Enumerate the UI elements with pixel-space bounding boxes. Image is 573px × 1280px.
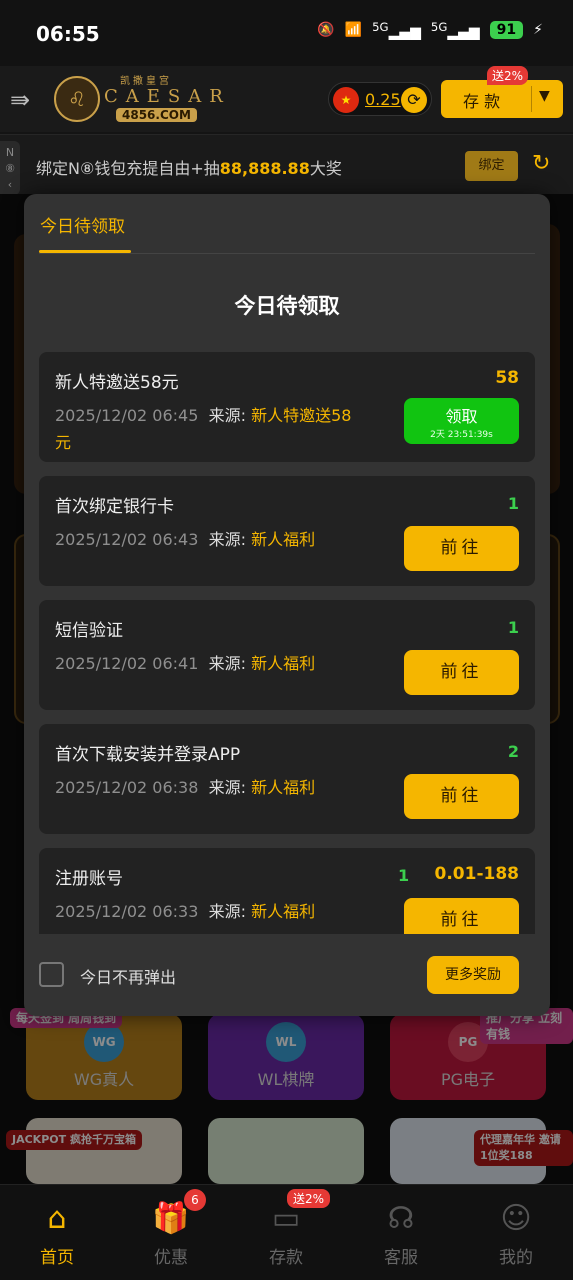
deposit-bonus-badge: 送2% — [287, 1189, 331, 1208]
headset-icon: ☊ — [387, 1201, 415, 1236]
task-count: 1 — [507, 494, 519, 513]
logo-name: CAESAR — [104, 86, 231, 107]
gift-icon: 🎁 — [152, 1201, 190, 1236]
task-card: 短信验证 1 2025/12/02 06:41 来源: 新人福利 前往 — [39, 600, 535, 710]
task-reward: 58 — [495, 368, 519, 388]
task-count: 1 — [507, 618, 519, 637]
menu-icon[interactable]: ⇛ — [10, 86, 30, 114]
nav-deposit[interactable]: 送2% ▭ 存款 — [229, 1185, 343, 1280]
task-name: 首次下载安装并登录APP — [55, 745, 241, 765]
nav-label: 我的 — [499, 1248, 533, 1268]
task-name: 首次绑定银行卡 — [55, 497, 174, 517]
logo-domain: 4856.COM — [116, 108, 197, 122]
nav-profile[interactable]: ☺ 我的 — [459, 1185, 573, 1280]
logo-subtitle: 凯撒皇宫 — [120, 76, 172, 87]
modal-tabs: 今日待领取 — [24, 194, 550, 256]
charging-icon: ⚡ — [533, 22, 543, 39]
more-rewards-button[interactable]: 更多奖励 — [427, 956, 519, 994]
nav-promotions[interactable]: 6 🎁 优惠 — [114, 1185, 228, 1280]
task-source: 新人福利 — [251, 530, 316, 549]
logo[interactable]: ♌ 凯撒皇宫 CAESAR 4856.COM — [44, 72, 224, 128]
mute-icon: 🔕 — [317, 22, 335, 39]
tab-today-pending[interactable]: 今日待领取 — [40, 212, 125, 237]
promotions-count-badge: 6 — [184, 1189, 206, 1211]
user-icon: ☺ — [500, 1201, 532, 1236]
task-list[interactable]: 新人特邀送58元 58 2025/12/02 06:45 来源: 新人特邀送58… — [39, 352, 535, 934]
task-meta: 2025/12/02 06:33 来源: 新人福利 — [55, 898, 355, 925]
claim-label: 领取 — [445, 407, 478, 426]
home-icon: ⌂ — [47, 1201, 67, 1236]
go-button[interactable]: 前往 — [404, 898, 519, 934]
task-count: 2 — [507, 742, 519, 761]
task-meta: 2025/12/02 06:45 来源: 新人特邀送58元 — [55, 402, 355, 456]
deposit-bonus-badge: 送2% — [487, 66, 529, 85]
task-meta: 2025/12/02 06:41 来源: 新人福利 — [55, 650, 355, 677]
modal-title: 今日待领取 — [234, 294, 340, 318]
announcement-text: 绑定N⑧钱包充提自由+抽88,888.88大奖 — [36, 159, 342, 178]
app-header: ⇛ ♌ 凯撒皇宫 CAESAR 4856.COM ★ 0.25 ⟳ 送2% 存 … — [0, 66, 573, 132]
bind-wallet-button[interactable]: 绑定 — [465, 151, 518, 181]
task-time: 2025/12/02 06:33 — [55, 902, 199, 921]
task-time: 2025/12/02 06:38 — [55, 778, 199, 797]
nav-label: 客服 — [384, 1248, 418, 1268]
nav-label: 优惠 — [154, 1248, 188, 1268]
signal-icon: 5G▂▄▆ — [372, 20, 421, 41]
task-time: 2025/12/02 06:45 — [55, 406, 199, 425]
chevron-down-icon[interactable]: ▼ — [539, 88, 550, 104]
task-source-label: 来源: — [208, 654, 246, 673]
task-time: 2025/12/02 06:41 — [55, 654, 199, 673]
task-meta: 2025/12/02 06:38 来源: 新人福利 — [55, 774, 355, 801]
nav-label: 首页 — [40, 1248, 74, 1268]
status-time: 06:55 — [36, 22, 100, 46]
deposit-button[interactable]: 送2% 存 款 ▼ — [441, 66, 563, 118]
nav-support[interactable]: ☊ 客服 — [344, 1185, 458, 1280]
task-source: 新人福利 — [251, 778, 316, 797]
go-button[interactable]: 前往 — [404, 650, 519, 695]
bottom-nav: ⌂ 首页 6 🎁 优惠 送2% ▭ 存款 ☊ 客服 ☺ 我的 — [0, 1184, 573, 1280]
task-card: 注册账号 1 0.01-188 2025/12/02 06:33 来源: 新人福… — [39, 848, 535, 934]
deposit-label: 存 款 — [463, 92, 501, 111]
task-source: 新人福利 — [251, 902, 316, 921]
claim-timer: 2天 23:51:39s — [430, 430, 493, 440]
battery-icon: 91 — [489, 21, 524, 40]
announcement-bar: N ⑧ ‹ 绑定N⑧钱包充提自由+抽88,888.88大奖 绑定 ↻ — [0, 134, 573, 195]
tab-divider — [39, 253, 535, 254]
go-button[interactable]: 前往 — [404, 526, 519, 571]
nav-home[interactable]: ⌂ 首页 — [0, 1185, 114, 1280]
claim-button[interactable]: 领取 2天 23:51:39s — [404, 398, 519, 444]
signal-icon-2: 5G▂▄▆ — [430, 20, 480, 41]
task-name: 注册账号 — [55, 869, 123, 889]
dont-show-today-checkbox[interactable] — [39, 962, 64, 987]
lion-crest-icon: ♌ — [54, 76, 100, 122]
reload-icon[interactable]: ↻ — [532, 151, 550, 176]
side-drawer-tab[interactable]: N ⑧ ‹ — [0, 141, 20, 195]
task-count: 1 — [398, 866, 410, 885]
china-flag-icon: ★ — [333, 87, 359, 113]
go-button[interactable]: 前往 — [404, 774, 519, 819]
balance-amount: 0.25 — [365, 90, 401, 109]
pending-rewards-modal: 今日待领取 今日待领取 新人特邀送58元 58 2025/12/02 06:45… — [24, 194, 550, 1016]
deposit-divider — [531, 86, 532, 112]
task-name: 短信验证 — [55, 621, 123, 641]
modal-footer: 今日不再弹出 更多奖励 — [24, 934, 550, 1016]
wifi-icon: 📶 — [344, 22, 363, 39]
task-source: 新人福利 — [251, 654, 316, 673]
task-name: 新人特邀送58元 — [55, 373, 179, 393]
task-time: 2025/12/02 06:43 — [55, 530, 199, 549]
task-card: 新人特邀送58元 58 2025/12/02 06:45 来源: 新人特邀送58… — [39, 352, 535, 462]
task-meta: 2025/12/02 06:43 来源: 新人福利 — [55, 526, 355, 553]
task-source-label: 来源: — [208, 778, 246, 797]
task-reward: 0.01-188 — [434, 864, 520, 884]
refresh-balance-icon[interactable]: ⟳ — [401, 87, 427, 113]
status-icons: 🔕 📶 5G▂▄▆ 5G▂▄▆ 91 ⚡ — [317, 20, 543, 41]
task-source-label: 来源: — [208, 406, 246, 425]
dont-show-today-label[interactable]: 今日不再弹出 — [80, 964, 176, 988]
task-source-label: 来源: — [208, 902, 246, 921]
task-source-label: 来源: — [208, 530, 246, 549]
task-card: 首次下载安装并登录APP 2 2025/12/02 06:38 来源: 新人福利… — [39, 724, 535, 834]
task-card: 首次绑定银行卡 1 2025/12/02 06:43 来源: 新人福利 前往 — [39, 476, 535, 586]
balance-pill[interactable]: ★ 0.25 ⟳ — [328, 82, 432, 116]
nav-label: 存款 — [269, 1248, 303, 1268]
status-bar: 06:55 🔕 📶 5G▂▄▆ 5G▂▄▆ 91 ⚡ — [0, 0, 573, 66]
